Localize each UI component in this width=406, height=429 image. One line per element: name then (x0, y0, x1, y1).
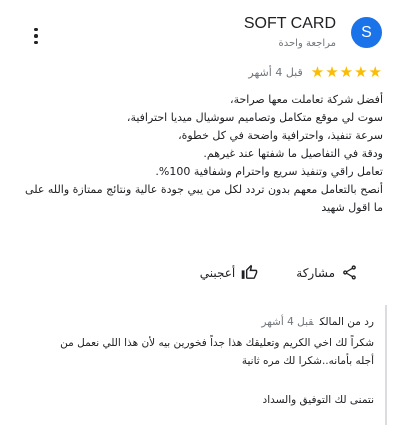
star-rating: ★ ★ ★ ★ ★ (311, 65, 382, 80)
star-icon: ★ (339, 63, 354, 81)
review-line: ودقة في التفاصيل ما شفتها عند غيرهم. (203, 147, 383, 160)
star-icon: ★ (310, 63, 325, 81)
avatar[interactable]: S (351, 17, 382, 48)
author-name[interactable]: SOFT CARD (244, 15, 336, 33)
reply-line: نتمنى لك التوفيق والسداد (262, 394, 374, 406)
thumb-up-icon (241, 264, 258, 281)
reply-blank-line (32, 370, 374, 391)
share-label: مشاركة (296, 265, 335, 280)
owner-reply-text: شكراً لك اخي الكريم وتعليقك هذا جداً فخو… (32, 334, 374, 409)
star-icon: ★ (325, 63, 339, 81)
avatar-initial: S (361, 23, 372, 41)
review-line: تعامل راقي وتنفيذ سريع واحترام وشفافية 1… (155, 165, 383, 178)
owner-reply-header: رد من المالك قبل 4 أشهر (261, 316, 374, 328)
star-icon: ★ (368, 63, 382, 81)
rating-row: ★ ★ ★ ★ ★ قبل 4 أشهر (248, 65, 382, 80)
owner-reply-label: رد من المالك (319, 316, 374, 328)
review-card: S SOFT CARD مراجعة واحدة ★ ★ ★ ★ ★ قبل 4 أشه… (0, 0, 406, 429)
review-time: قبل 4 أشهر (248, 66, 303, 79)
reply-divider (385, 305, 387, 425)
review-line: أفضل شركة تعاملت معها صراحة، (230, 93, 383, 106)
review-line: أنصح بالتعامل معهم بدون تردد لكل من يبي … (25, 183, 383, 214)
like-label: أعجبني (199, 265, 236, 280)
review-line: سوت لي موقع متكامل وتصاميم سوشيال ميديا … (126, 111, 383, 124)
reply-line: شكراً لك اخي الكريم وتعليقك هذا جداً فخو… (60, 337, 374, 349)
reply-line: أجله بأمانه..شكرا لك مره ثانية (241, 355, 374, 367)
review-line: سرعة تنفيذ، واحترافية واضحة في كل خطوة، (178, 129, 383, 142)
share-icon (341, 264, 358, 281)
review-text: أفضل شركة تعاملت معها صراحة، سوت لي موقع… (21, 91, 383, 217)
more-vert-icon[interactable] (29, 26, 43, 46)
review-actions: أعجبني مشاركة (200, 264, 358, 281)
author-review-count: مراجعة واحدة (278, 38, 336, 49)
share-button[interactable]: مشاركة (296, 264, 358, 281)
owner-reply-time: قبل 4 أشهر (261, 316, 314, 328)
like-button[interactable]: أعجبني (200, 264, 258, 281)
owner-reply: رد من المالك قبل 4 أشهر شكراً لك اخي الكر… (32, 305, 387, 425)
star-icon: ★ (354, 63, 368, 81)
